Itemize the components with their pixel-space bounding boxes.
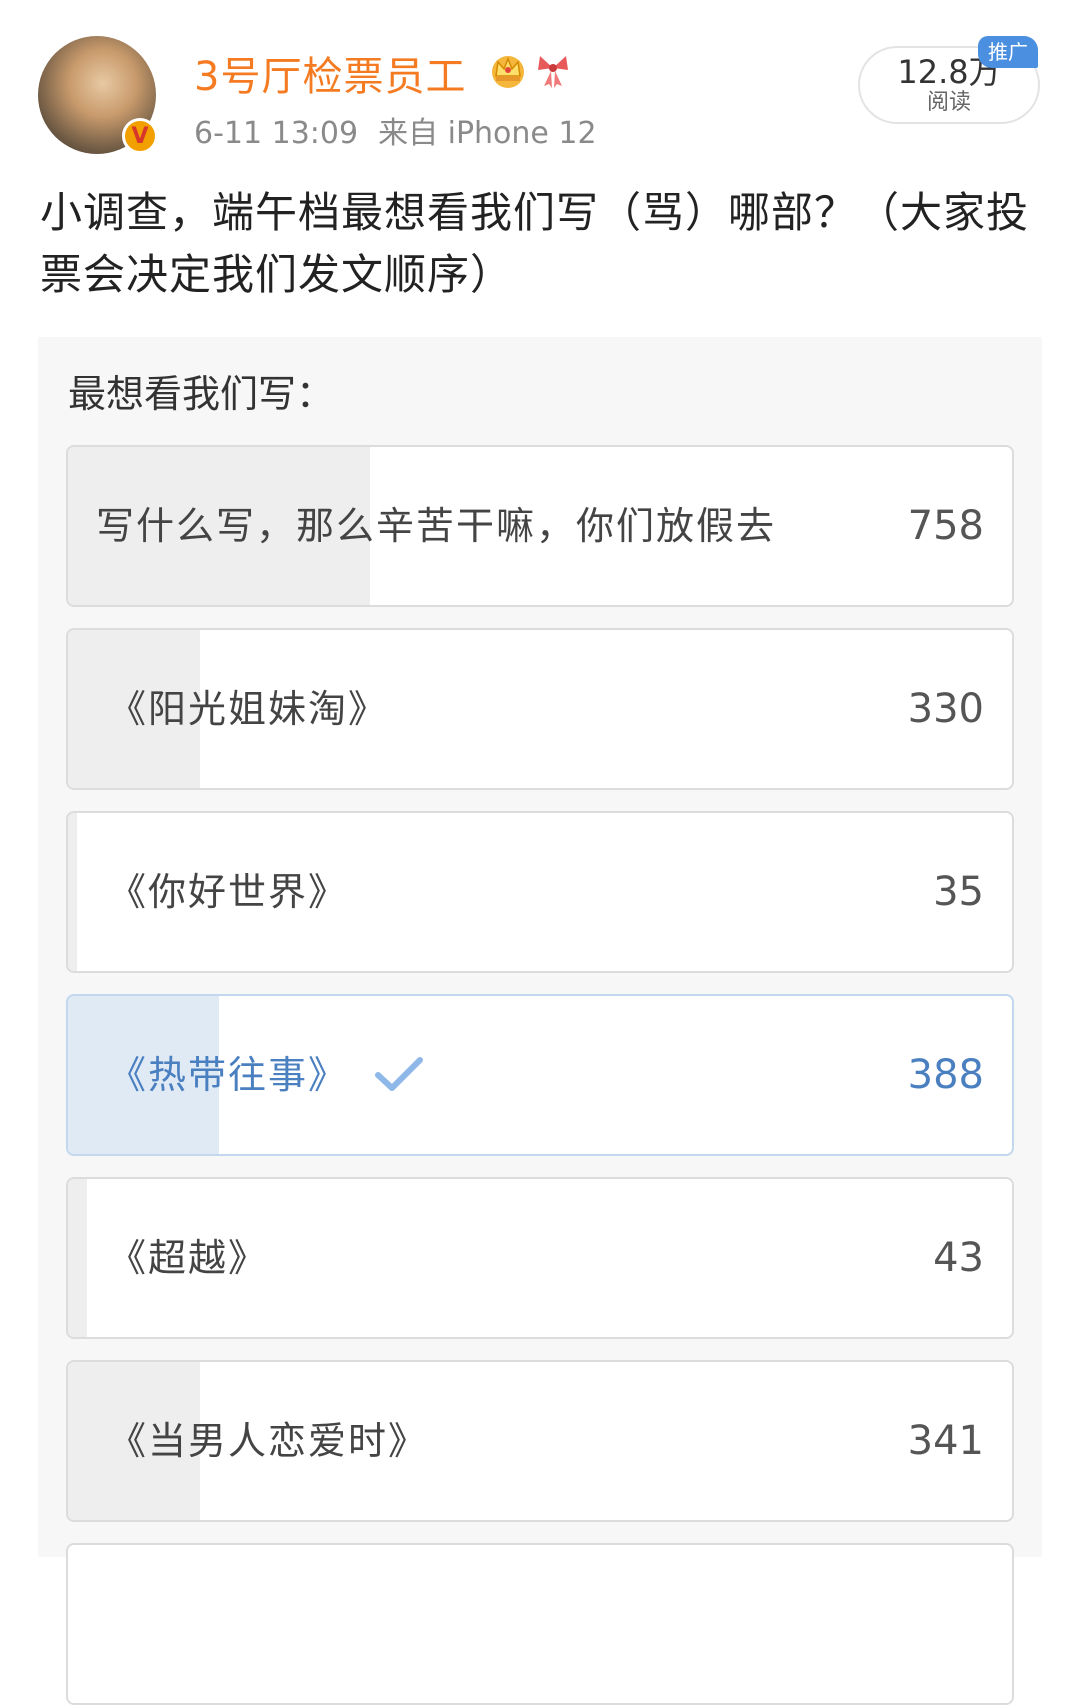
poll-title: 最想看我们写： xyxy=(68,372,335,416)
poll-option-label: 《超越》 xyxy=(108,1236,269,1280)
read-count-label: 阅读 xyxy=(926,90,971,115)
poll-option[interactable]: 写什么写，那么辛苦干嘛，你们放假去 758 xyxy=(66,445,1014,607)
poll-option-bar xyxy=(68,1179,87,1337)
poll-option-label: 《阳光姐妹淘》 xyxy=(108,687,389,731)
post-meta: 6-11 13:09 来自 iPhone 12 xyxy=(194,108,597,152)
avatar[interactable]: V xyxy=(38,36,158,154)
poll-option-votes: 330 xyxy=(907,686,984,732)
username[interactable]: 3号厅检票员工 xyxy=(194,44,466,102)
promo-tag: 推广 xyxy=(978,36,1038,68)
poll-option-votes: 341 xyxy=(907,1418,984,1464)
post-text: 小调查，端午档最想看我们写（骂）哪部？（大家投票会决定我们发文顺序） xyxy=(40,188,1030,299)
check-icon xyxy=(375,1057,424,1091)
poll-option-label: 写什么写，那么辛苦干嘛，你们放假去 xyxy=(96,504,777,548)
poll-option-votes: 35 xyxy=(933,869,984,915)
poll-card: 最想看我们写： 写什么写，那么辛苦干嘛，你们放假去 758 《阳光姐妹淘》 33… xyxy=(38,337,1042,1705)
poll-option-votes: 388 xyxy=(907,1052,984,1098)
ribbon-icon xyxy=(538,56,568,88)
crown-icon xyxy=(492,56,524,88)
poll-option-label: 《当男人恋爱时》 xyxy=(108,1419,429,1463)
poll-option[interactable]: 《超越》 43 xyxy=(66,1177,1014,1339)
poll-option-partial[interactable] xyxy=(66,1543,1014,1705)
post-date: 6-11 13:09 xyxy=(194,116,359,151)
poll-option-bar xyxy=(68,813,78,971)
verified-badge-icon: V xyxy=(122,118,158,154)
post-source: 来自 iPhone 12 xyxy=(378,116,597,151)
poll-option-selected[interactable]: 《热带往事》 388 xyxy=(66,994,1014,1156)
poll-option-text: 《热带往事》 xyxy=(108,1053,349,1097)
poll-option[interactable]: 《当男人恋爱时》 341 xyxy=(66,1360,1014,1522)
poll-option-votes: 758 xyxy=(907,503,984,549)
poll-option[interactable]: 《你好世界》 35 xyxy=(66,811,1014,973)
poll-option-label: 《你好世界》 xyxy=(108,870,349,914)
poll-option[interactable]: 《阳光姐妹淘》 330 xyxy=(66,628,1014,790)
poll-option-label: 《热带往事》 xyxy=(108,996,792,1154)
poll-option-votes: 43 xyxy=(933,1235,984,1281)
